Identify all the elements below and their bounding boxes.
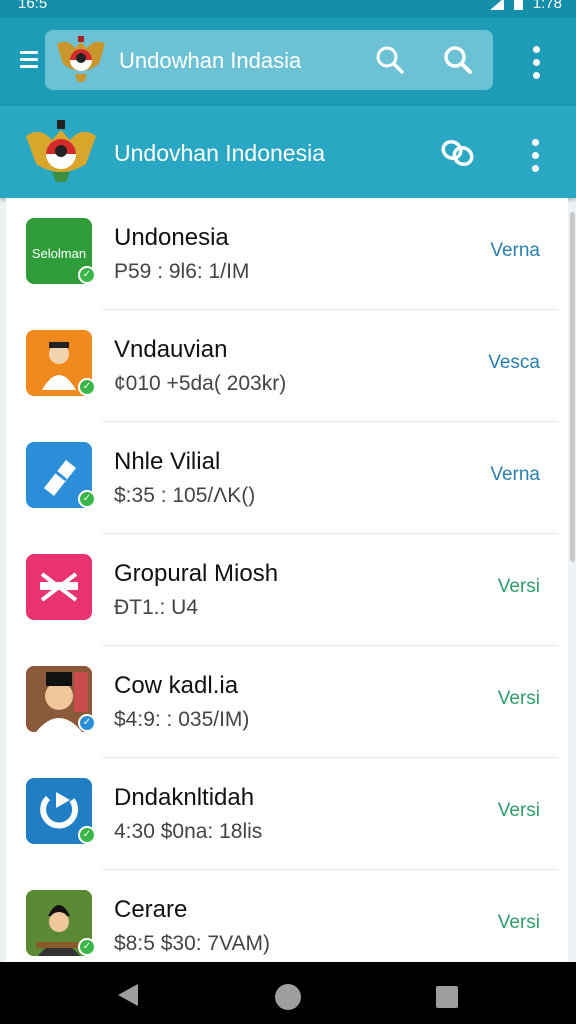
- list-item[interactable]: ✓ Nhle Vilial $:35 : 105/ΛK() Verna: [6, 422, 568, 534]
- verified-check-icon: ✓: [78, 266, 96, 284]
- menu-button[interactable]: [20, 51, 38, 72]
- verified-check-icon: ✓: [78, 938, 96, 956]
- status-bar: 16:5 1:78: [0, 0, 576, 18]
- app-version-link[interactable]: Versi: [498, 576, 540, 598]
- app-meta: ¢010 +5da( 203kr): [114, 372, 287, 395]
- app-name: Cow kadl.ia: [114, 672, 239, 699]
- garuda-emblem-icon: [53, 34, 109, 91]
- search-input[interactable]: [119, 48, 359, 74]
- crossed-app-icon: [26, 554, 92, 620]
- list-item[interactable]: Selolman ✓ Undonesia P59 : 9l6: 1/IM Ver…: [6, 198, 568, 310]
- app-version-link[interactable]: Verna: [490, 240, 540, 262]
- search-icon[interactable]: [375, 45, 405, 80]
- app-meta: P59 : 9l6: 1/IM: [114, 260, 250, 283]
- list-item[interactable]: ✓ Dndaknltidah 4:30 $0na: 18lis Versi: [6, 758, 568, 870]
- battery-icon: [513, 0, 523, 10]
- app-name: Nhle Vilial: [114, 448, 221, 475]
- home-icon[interactable]: [275, 984, 301, 1010]
- app-name: Dndaknltidah: [114, 784, 255, 811]
- list-item[interactable]: ✓ Cerare $8:5 $30: 7VAM) Versi: [6, 870, 568, 962]
- app-name: Cerare: [114, 896, 188, 923]
- app-version-link[interactable]: Versi: [498, 912, 540, 934]
- verified-check-icon: ✓: [78, 378, 96, 396]
- verified-check-icon: ✓: [78, 826, 96, 844]
- back-icon[interactable]: [118, 984, 138, 1006]
- app-name: Vndauvian: [114, 336, 228, 363]
- system-nav-bar: [0, 962, 576, 1024]
- top-search-bar: [0, 18, 576, 106]
- scrollbar[interactable]: [570, 212, 575, 562]
- app-meta: $4:9: : 035/IM): [114, 708, 250, 731]
- search-submit-icon[interactable]: [443, 45, 473, 80]
- app-meta: 4:30 $0na: 18lis: [114, 820, 263, 843]
- app-version-link[interactable]: Versi: [498, 688, 540, 710]
- search-box[interactable]: [45, 30, 493, 90]
- app-version-link[interactable]: Versi: [498, 800, 540, 822]
- status-right-text: 1:78: [532, 0, 562, 12]
- top-overflow-menu-icon[interactable]: [533, 46, 541, 85]
- app-icon-text: Selolman: [32, 246, 86, 261]
- app-list: Selolman ✓ Undonesia P59 : 9l6: 1/IM Ver…: [6, 198, 568, 962]
- verified-check-icon: ✓: [78, 714, 96, 732]
- list-item[interactable]: ✓ Cow kadl.ia $4:9: : 035/IM) Versi: [6, 646, 568, 758]
- list-item[interactable]: Gropural Miosh ÐT1.: U4 Versi: [6, 534, 568, 646]
- verified-check-icon: ✓: [78, 490, 96, 508]
- app-meta: ÐT1.: U4: [114, 596, 199, 619]
- app-version-link[interactable]: Vesca: [488, 352, 540, 374]
- app-bar: Undovhan Indonesia: [0, 106, 576, 198]
- overflow-menu-icon[interactable]: [532, 139, 540, 178]
- app-title: Undovhan Indonesia: [114, 140, 325, 166]
- signal-icon: [489, 0, 504, 10]
- status-time: 16:5: [18, 0, 48, 12]
- list-item[interactable]: ✓ Vndauvian ¢010 +5da( 203kr) Vesca: [6, 310, 568, 422]
- app-name: Gropural Miosh: [114, 560, 279, 587]
- app-version-link[interactable]: Verna: [490, 464, 540, 486]
- garuda-emblem-icon: [24, 118, 98, 191]
- app-meta: $8:5 $30: 7VAM): [114, 932, 271, 955]
- app-meta: $:35 : 105/ΛK(): [114, 484, 256, 507]
- app-name: Undonesia: [114, 224, 229, 251]
- recent-apps-icon[interactable]: [436, 986, 458, 1008]
- link-icon[interactable]: [440, 136, 476, 175]
